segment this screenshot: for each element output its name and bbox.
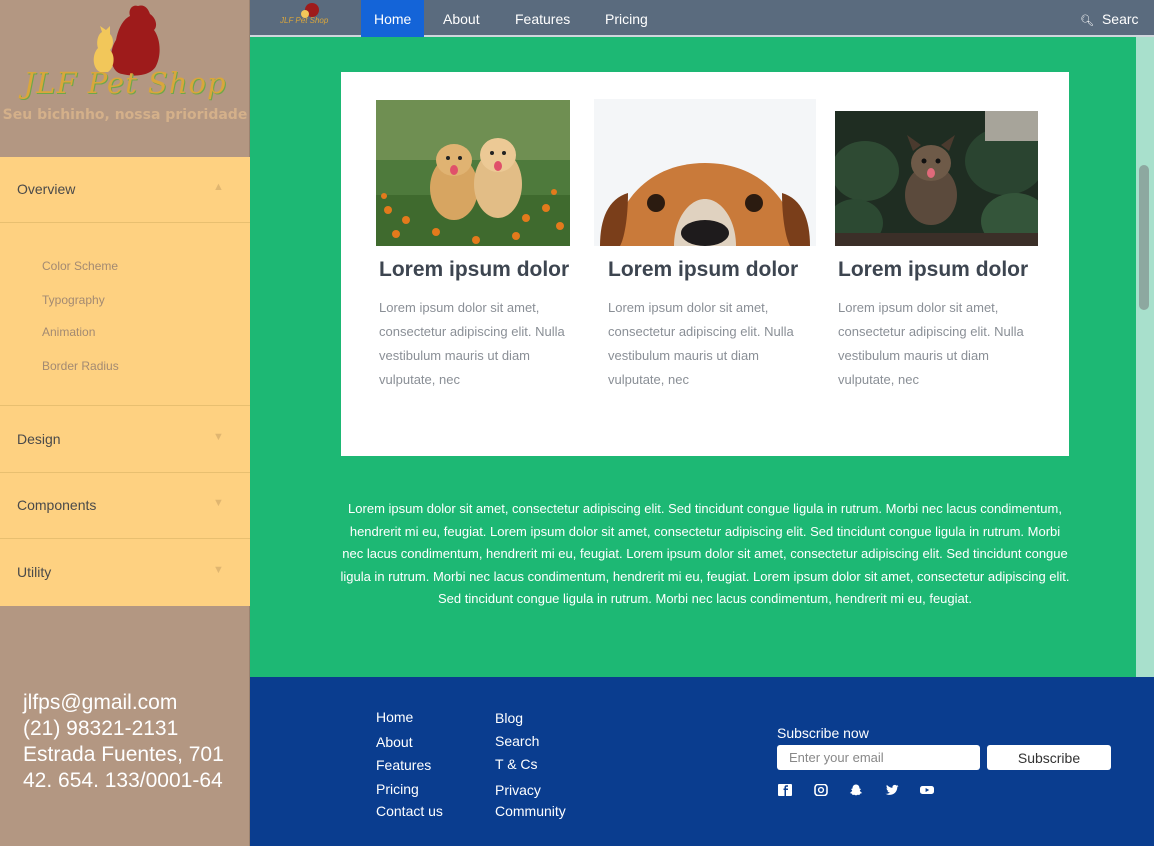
card-image-puppies <box>376 100 570 246</box>
sidebar-section-overview[interactable]: Overview ▲ <box>0 157 250 223</box>
facebook-icon[interactable] <box>778 784 792 796</box>
card-panel: Lorem ipsum dolor Lorem ipsum dolor sit … <box>341 72 1069 456</box>
brand-name: JLF Pet Shop <box>23 66 227 100</box>
navbar-logo-text: JLF Pet Shop <box>280 16 329 25</box>
twitter-icon[interactable] <box>885 784 899 796</box>
chevron-down-icon: ▼ <box>213 564 224 576</box>
footer-link-community[interactable]: Community <box>495 803 566 819</box>
contact-info: jlfps@gmail.com (21) 98321-2131 Estrada … <box>23 690 224 794</box>
sidebar-section-utility[interactable]: Utility ▼ <box>0 540 250 606</box>
contact-email: jlfps@gmail.com <box>23 691 178 714</box>
nav-home[interactable]: Home <box>361 0 425 37</box>
lorem-paragraph: Lorem ipsum dolor sit amet, consectetur … <box>340 501 1070 607</box>
instagram-icon[interactable] <box>814 784 828 796</box>
scrollbar-track[interactable] <box>1136 37 1154 677</box>
nav-about[interactable]: About <box>430 0 493 37</box>
sidebar-section-label: Components <box>17 497 97 513</box>
contact-phone: (21) 98321-2131 <box>23 717 179 740</box>
sidebar-menu: Overview ▲ Color Scheme Typography Anima… <box>0 157 250 606</box>
sidebar-section-label: Design <box>17 431 61 447</box>
snapchat-icon[interactable] <box>849 784 863 796</box>
search-label: Searc <box>1101 11 1139 27</box>
search-icon: 🔍︎ <box>1080 15 1094 27</box>
scrollbar-thumb[interactable] <box>1139 165 1149 310</box>
footer-link-blog[interactable]: Blog <box>495 710 523 726</box>
brand-tagline: Seu bichinho, nossa prioridade <box>2 107 248 123</box>
footer-link-pricing[interactable]: Pricing <box>376 781 419 797</box>
contact-address: Estrada Fuentes, 701 <box>23 743 224 766</box>
footer-link-features[interactable]: Features <box>376 757 431 773</box>
top-navbar: JLF Pet Shop Home About Features Pricing… <box>250 0 1154 37</box>
footer-link-home[interactable]: Home <box>376 709 413 725</box>
sidebar-item-animation[interactable]: Animation <box>42 325 95 339</box>
nav-search[interactable]: 🔍︎ Searc <box>1080 0 1139 37</box>
sidebar-section-label: Overview <box>17 181 76 197</box>
footer-link-search[interactable]: Search <box>495 733 539 749</box>
footer-link-tcs[interactable]: T & Cs <box>495 756 538 772</box>
sidebar-item-typography[interactable]: Typography <box>42 293 105 307</box>
overview-submenu: Color Scheme Typography Animation Border… <box>0 224 250 406</box>
sidebar-item-color-scheme[interactable]: Color Scheme <box>42 259 118 273</box>
footer-link-privacy[interactable]: Privacy <box>495 782 541 798</box>
footer-link-contact[interactable]: Contact us <box>376 803 443 819</box>
card-image-dog-face <box>594 99 816 246</box>
card-text: Lorem ipsum dolor sit amet, consectetur … <box>608 300 794 387</box>
contact-cnpj: 42. 654. 133/0001-64 <box>23 769 223 792</box>
subscribe-button[interactable]: Subscribe <box>987 745 1111 770</box>
brand-logo[interactable]: JLF Pet Shop Seu bichinho, nossa priorid… <box>0 0 250 156</box>
sidebar-item-border-radius[interactable]: Border Radius <box>42 359 119 373</box>
sidebar-section-label: Utility <box>17 564 52 580</box>
chevron-down-icon: ▼ <box>213 497 224 509</box>
nav-pricing[interactable]: Pricing <box>592 0 661 37</box>
navbar-logo[interactable]: JLF Pet Shop <box>278 0 338 34</box>
card-text: Lorem ipsum dolor sit amet, consectetur … <box>379 300 565 387</box>
card-text: Lorem ipsum dolor sit amet, consectetur … <box>838 300 1024 387</box>
card-title: Lorem ipsum dolor <box>838 258 1029 281</box>
footer-link-about[interactable]: About <box>376 734 413 750</box>
email-field[interactable] <box>777 745 980 770</box>
sidebar-section-components[interactable]: Components ▼ <box>0 473 250 539</box>
footer: Home About Features Pricing Contact us B… <box>250 677 1154 846</box>
card-title: Lorem ipsum dolor <box>608 258 799 281</box>
card-image-terrier <box>835 111 1038 246</box>
card-title: Lorem ipsum dolor <box>379 258 570 281</box>
nav-features[interactable]: Features <box>502 0 583 37</box>
chevron-up-icon: ▲ <box>213 181 224 193</box>
youtube-icon[interactable] <box>920 784 934 796</box>
chevron-down-icon: ▼ <box>213 431 224 443</box>
subscribe-label: Subscribe now <box>777 725 869 741</box>
sidebar-section-design[interactable]: Design ▼ <box>0 407 250 473</box>
sidebar: JLF Pet Shop Seu bichinho, nossa priorid… <box>0 0 250 846</box>
